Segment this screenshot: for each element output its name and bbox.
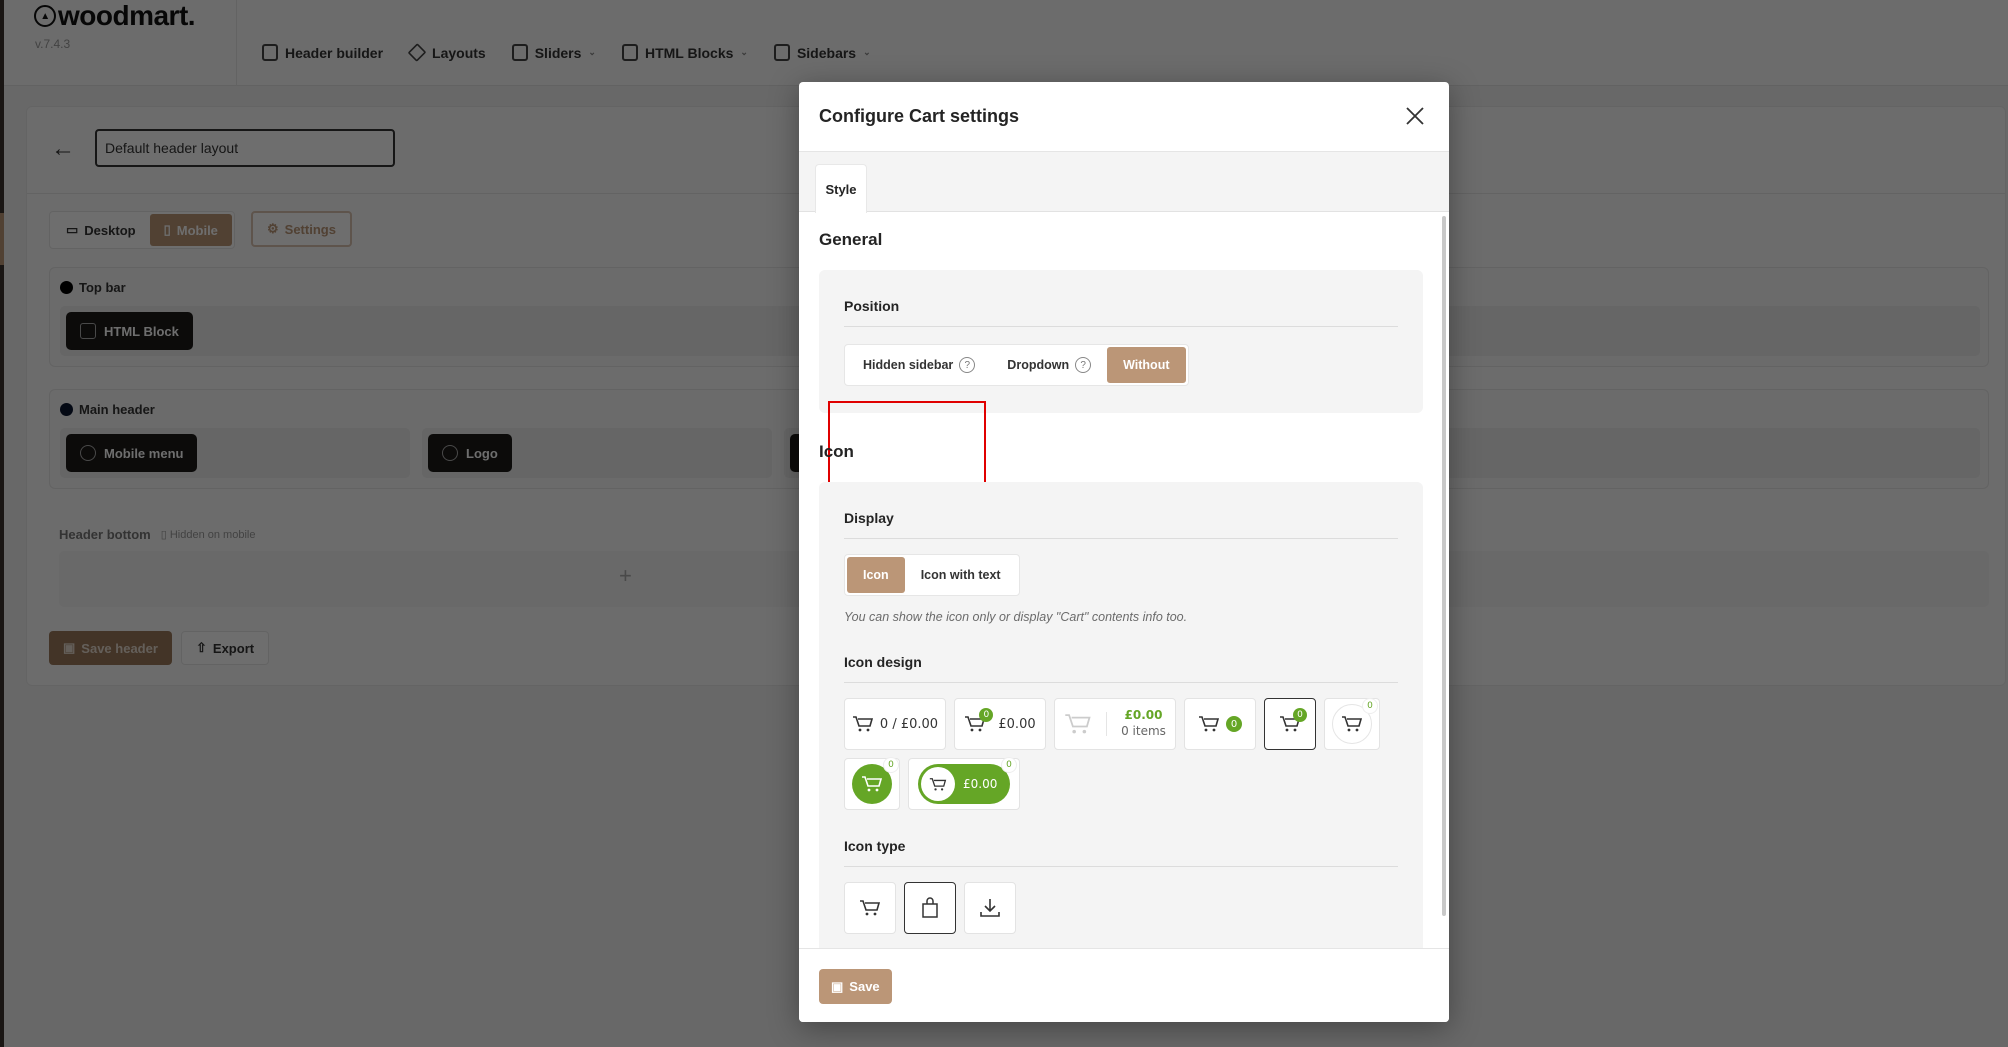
design-option-pill-filled[interactable]: £0.00 0 <box>908 758 1020 810</box>
cart-icon <box>1065 714 1091 734</box>
cart-with-badge: 0 <box>1279 708 1307 733</box>
cart-icon <box>860 900 881 916</box>
divider <box>844 538 1398 539</box>
section-title-general: General <box>819 230 883 249</box>
cart-settings-modal: Configure Cart settings Style General Po… <box>799 82 1449 1022</box>
option-label: Dropdown <box>1007 358 1070 372</box>
display-label: Display <box>844 510 894 526</box>
section-title-icon: Icon <box>819 442 854 461</box>
cart-items: 0 items <box>1121 724 1166 738</box>
cart-with-badge: 0 <box>964 708 994 733</box>
modal-title: Configure Cart settings <box>819 106 1020 126</box>
count-badge: 0 <box>884 758 898 772</box>
cart-total: £0.00 <box>1124 708 1163 723</box>
circle-frame: 0 <box>1332 699 1377 744</box>
cart-total: £0.00 <box>963 777 998 791</box>
icon-type-bag[interactable] <box>904 882 956 934</box>
icon-type-label: Icon type <box>844 838 906 854</box>
cart-icon <box>852 716 873 732</box>
scrollbar[interactable] <box>1442 216 1446 916</box>
close-icon[interactable] <box>1399 100 1431 132</box>
icon-type-download[interactable] <box>964 882 1016 934</box>
divider <box>844 682 1398 683</box>
pill-frame: £0.00 0 <box>918 758 1016 804</box>
count-badge: 0 <box>1363 699 1377 713</box>
cart-circle <box>921 767 955 801</box>
design-label: 0 / £0.00 <box>880 717 938 732</box>
position-option-without[interactable]: Without <box>1107 347 1186 383</box>
cart-total: £0.00 <box>900 716 939 732</box>
design-option-count-total[interactable]: 0 / £0.00 <box>844 698 946 750</box>
general-panel: Position Hidden sidebar ? Dropdown ? Wit… <box>819 270 1423 413</box>
circle-frame: 0 <box>852 758 898 804</box>
shopping-bag-icon <box>922 897 938 918</box>
count-badge: 0 <box>1293 708 1307 722</box>
separator: / <box>892 716 897 732</box>
modal-header: Configure Cart settings <box>799 82 1449 152</box>
tab-style[interactable]: Style <box>815 164 867 213</box>
position-selector: Hidden sidebar ? Dropdown ? Without <box>844 344 1189 386</box>
divider <box>1106 712 1108 736</box>
position-label: Position <box>844 298 900 314</box>
icon-type-cart[interactable] <box>844 882 896 934</box>
divider <box>844 866 1398 867</box>
count-badge: 0 <box>1226 716 1242 732</box>
display-option-icon-with-text[interactable]: Icon with text <box>905 557 1017 593</box>
divider <box>844 326 1398 327</box>
design-option-circle-outline[interactable]: 0 <box>1324 698 1380 750</box>
floppy-icon: ▣ <box>831 978 844 994</box>
option-label: Without <box>1123 358 1170 372</box>
count-badge: 0 <box>979 708 994 722</box>
cart-total: £0.00 <box>998 716 1036 732</box>
cart-icon <box>1342 716 1363 732</box>
modal-tabs: Style <box>799 152 1449 213</box>
save-button[interactable]: ▣ Save <box>819 969 892 1004</box>
cart-summary: £0.00 0 items <box>1121 708 1166 739</box>
design-option-corner-badge[interactable]: 0 <box>1264 698 1316 750</box>
design-option-total-items[interactable]: £0.00 0 items <box>1054 698 1176 750</box>
display-selector: Icon Icon with text <box>844 554 1020 596</box>
help-icon[interactable]: ? <box>959 357 976 373</box>
modal-footer: ▣ Save <box>799 948 1449 1022</box>
display-option-icon[interactable]: Icon <box>847 557 905 593</box>
display-hint: You can show the icon only or display "C… <box>844 610 1188 624</box>
option-label: Hidden sidebar <box>863 358 954 372</box>
download-icon <box>980 899 1000 917</box>
position-option-dropdown[interactable]: Dropdown ? <box>991 347 1107 383</box>
save-label: Save <box>849 979 880 994</box>
cart-icon <box>929 777 947 791</box>
cart-icon <box>862 776 883 792</box>
help-icon[interactable]: ? <box>1075 357 1092 373</box>
cart-count: 0 <box>879 716 889 732</box>
icon-design-label: Icon design <box>844 654 922 670</box>
modal-body: General Position Hidden sidebar ? Dropdo… <box>799 212 1449 948</box>
count-badge: 0 <box>1002 758 1016 772</box>
cart-icon <box>1199 716 1220 732</box>
design-option-badge-total[interactable]: 0 £0.00 <box>954 698 1046 750</box>
design-option-circle-filled[interactable]: 0 <box>844 758 900 810</box>
design-option-inline-badge[interactable]: 0 <box>1184 698 1256 750</box>
icon-panel: Display Icon Icon with text You can show… <box>819 482 1423 948</box>
position-option-hidden-sidebar[interactable]: Hidden sidebar ? <box>847 347 991 383</box>
